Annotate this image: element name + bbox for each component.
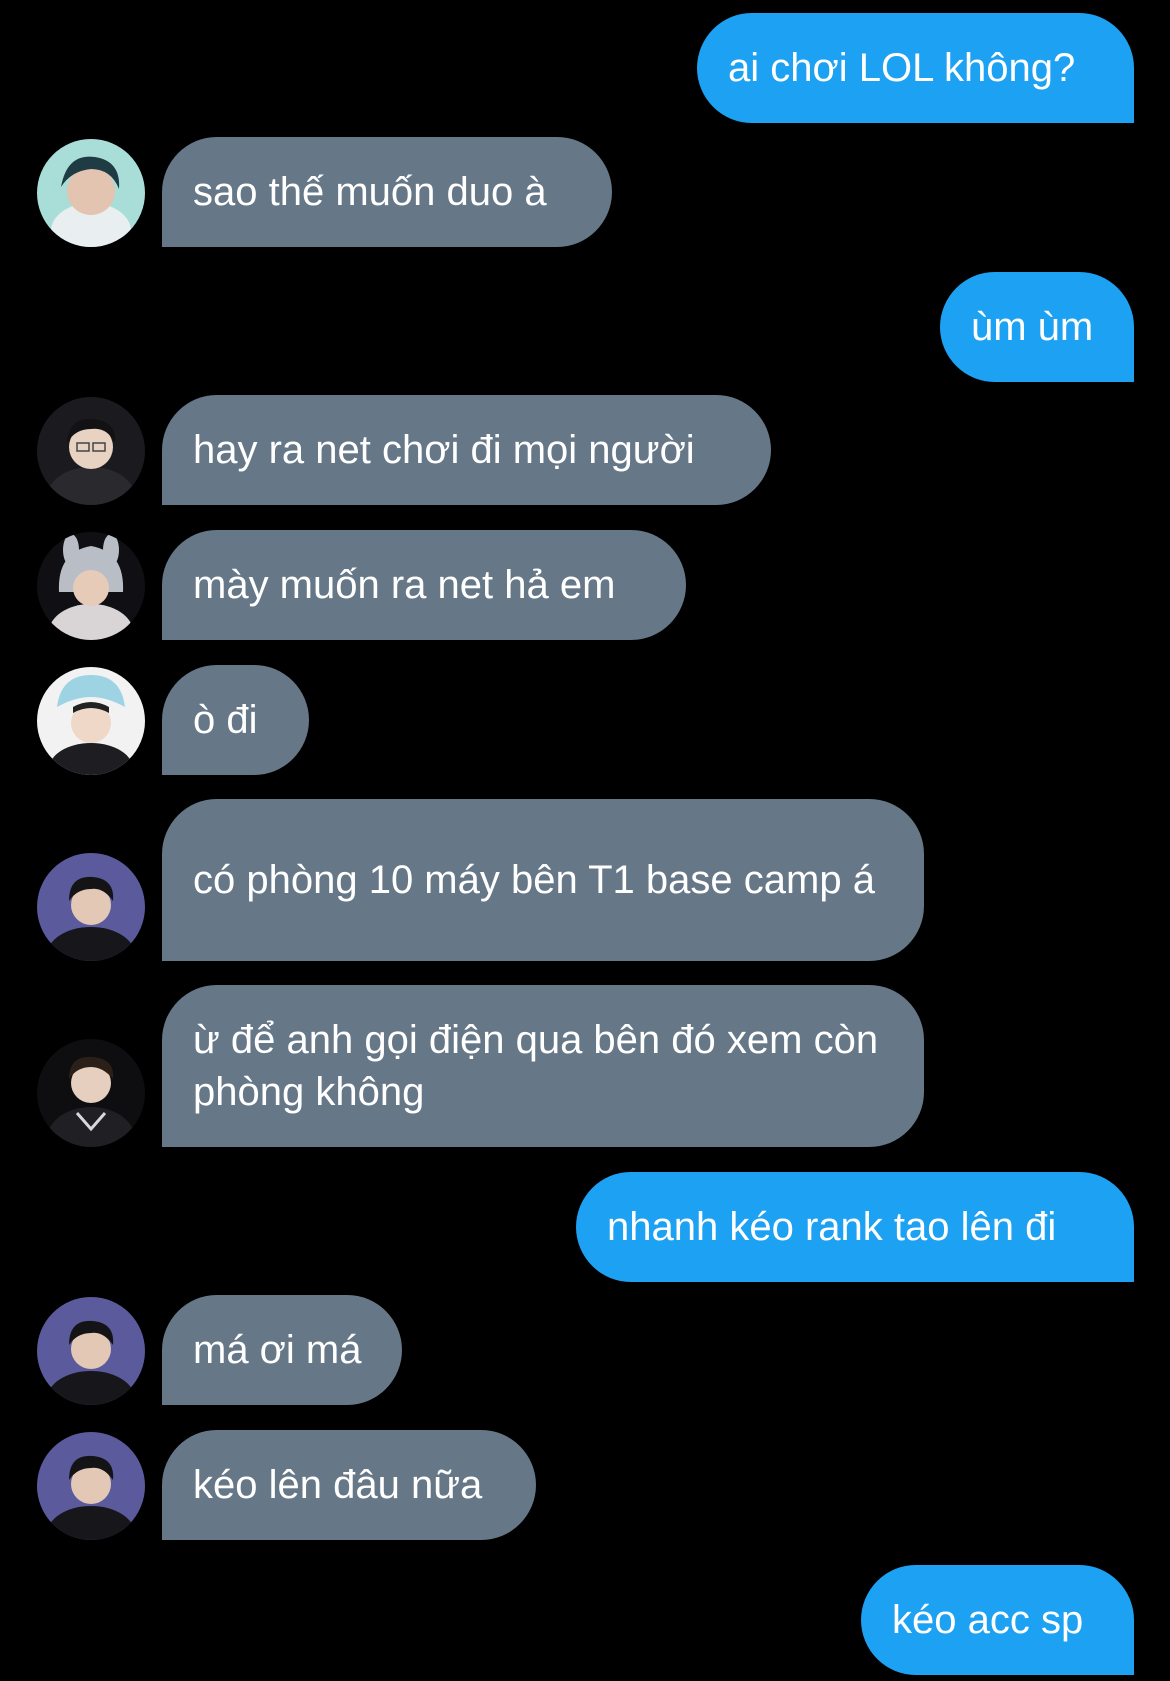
outgoing-message-bubble[interactable]: ùm ùm (940, 272, 1134, 382)
incoming-message-bubble[interactable]: mày muốn ra net hả em (162, 530, 686, 640)
message-text: có phòng 10 máy bên T1 base camp á (193, 858, 875, 902)
message-text: sao thế muốn duo à (193, 170, 547, 214)
message-text: ừ để anh gọi điện qua bên đó xem còn phò… (193, 1018, 879, 1114)
sender-avatar[interactable] (37, 667, 145, 775)
sender-avatar[interactable] (37, 1039, 145, 1147)
incoming-message-bubble[interactable]: ò đi (162, 665, 309, 775)
incoming-message-bubble[interactable]: sao thế muốn duo à (162, 137, 612, 247)
message-text: ò đi (193, 698, 258, 742)
avatar-photo-icon (37, 853, 145, 961)
avatar-photo-icon (37, 1039, 145, 1147)
sender-avatar[interactable] (37, 139, 145, 247)
message-text: mày muốn ra net hả em (193, 563, 616, 607)
message-thread: ai chơi LOL không? sao thế muốn duo à ùm… (0, 0, 1170, 1681)
incoming-message-bubble[interactable]: hay ra net chơi đi mọi người (162, 395, 771, 505)
outgoing-message-bubble[interactable]: kéo acc sp (861, 1565, 1134, 1675)
avatar-photo-icon (37, 532, 145, 640)
avatar-photo-icon (37, 667, 145, 775)
message-text: ùm ùm (971, 305, 1094, 349)
message-text: kéo acc sp (892, 1598, 1084, 1642)
message-text: kéo lên đâu nữa (193, 1463, 483, 1507)
sender-avatar[interactable] (37, 1432, 145, 1540)
sender-avatar[interactable] (37, 532, 145, 640)
outgoing-message-bubble[interactable]: ai chơi LOL không? (697, 13, 1134, 123)
message-text: ai chơi LOL không? (728, 46, 1076, 90)
avatar-photo-icon (37, 139, 145, 247)
incoming-message-bubble[interactable]: ừ để anh gọi điện qua bên đó xem còn phò… (162, 985, 924, 1147)
avatar-photo-icon (37, 397, 145, 505)
sender-avatar[interactable] (37, 853, 145, 961)
incoming-message-bubble[interactable]: kéo lên đâu nữa (162, 1430, 536, 1540)
avatar-photo-icon (37, 1432, 145, 1540)
message-text: nhanh kéo rank tao lên đi (607, 1205, 1057, 1249)
message-text: hay ra net chơi đi mọi người (193, 428, 695, 472)
sender-avatar[interactable] (37, 1297, 145, 1405)
sender-avatar[interactable] (37, 397, 145, 505)
incoming-message-bubble[interactable]: có phòng 10 máy bên T1 base camp á (162, 799, 924, 961)
outgoing-message-bubble[interactable]: nhanh kéo rank tao lên đi (576, 1172, 1134, 1282)
avatar-photo-icon (37, 1297, 145, 1405)
incoming-message-bubble[interactable]: má ơi má (162, 1295, 402, 1405)
message-text: má ơi má (193, 1328, 362, 1372)
